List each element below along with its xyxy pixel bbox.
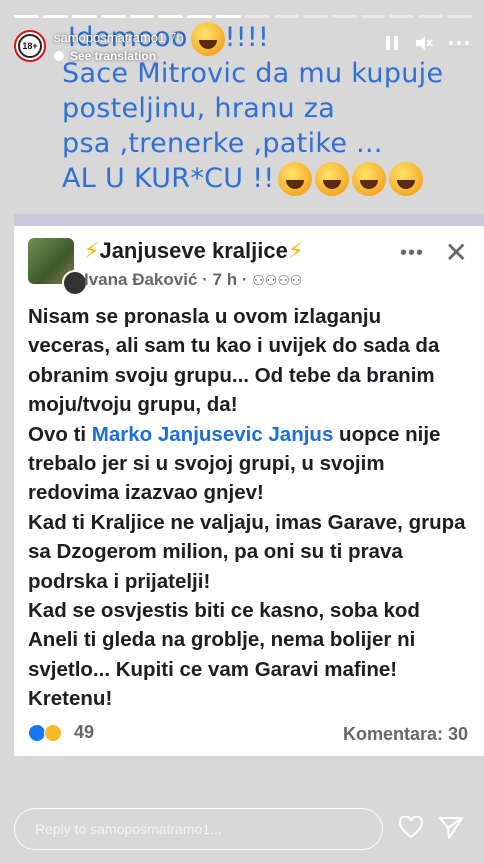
progress-segment [418,15,444,18]
post-close-icon: ✕ [444,237,468,268]
laughing-emoji-icon [277,162,312,196]
progress-segment [100,15,126,18]
see-translation-link[interactable]: See translation [54,49,156,63]
post-body: Nisam se pronasla u ovom izlaganju vecer… [28,302,468,714]
avatar-label: 18+ [18,34,42,58]
progress-segment [71,15,97,18]
progress-segment [216,15,241,18]
post-paragraph-3: Kad ti Kraljice ne valjaju, imas Garave,… [28,510,466,593]
reply-input[interactable]: Reply to samoposmatramo1... [14,808,383,850]
progress-segment [273,15,299,18]
overlay-line-3: posteljinu, hranu za [62,92,336,124]
progress-segment [447,15,472,18]
story-user-line: samoposmatramo1 7h [54,30,184,45]
send-icon[interactable] [438,816,464,840]
progress-segment [360,15,386,18]
post-paragraph-2: Ovo ti Marko Janjusevic Janjus uopce nij… [28,422,441,505]
progress-segment [331,15,357,18]
group-avatar [28,238,88,296]
globe-icon [54,51,64,61]
mute-icon[interactable] [414,34,434,52]
overlay-line-5: AL U KUR*CU !! [62,161,472,196]
story-header: 18+ samoposmatramo1 7h See translation [14,30,470,66]
progress-segment [158,15,184,18]
laughing-emoji-icon [388,162,423,196]
post-author: Ivana Đaković [84,270,198,289]
progress-segment [245,15,270,18]
heart-icon[interactable] [398,816,424,840]
post-more-icon: ••• [399,242,424,264]
progress-segment [129,15,155,18]
progress-segment [14,15,39,18]
lightning-icon: ⚡ [287,238,304,263]
laughing-emoji-icon [314,162,349,196]
post-paragraph-1: Nisam se pronasla u ovom izlaganju vecer… [28,305,440,417]
reactions-count: 49 [74,722,95,742]
progress-segment [187,15,213,18]
card-top-edge [14,214,484,226]
people-icon: ⚇⚇⚇⚇ [252,272,303,288]
lightning-icon: ⚡ [84,238,100,263]
story-time: 7h [169,30,184,45]
story-username[interactable]: samoposmatramo1 [54,30,165,45]
more-options-icon[interactable] [448,34,470,52]
laughing-emoji-icon [351,162,386,196]
story-avatar[interactable]: 18+ [14,30,46,62]
overlay-line-4: psa ,trenerke ,patike ... [62,127,383,159]
group-name: ⚡Janjuseve kraljice⚡ [84,238,304,263]
progress-segment [389,15,415,18]
progress-segment [302,15,328,18]
care-reaction-icon [44,723,62,742]
pause-icon[interactable] [384,34,400,52]
post-reactions: 49 [28,722,94,743]
story-progress [14,15,472,18]
post-time: · 7 h · [202,270,248,289]
post-mention: Marko Janjusevic Janjus [91,422,334,446]
comments-count: Komentara: 30 [342,724,468,744]
see-translation-label: See translation [70,49,157,63]
post-paragraph-4: Kad se osvjestis biti ce kasno, soba kod… [28,599,420,711]
facebook-post-card: ⚡Janjuseve kraljice⚡ Ivana Đaković · 7 h… [14,226,484,756]
progress-segment [42,15,68,18]
story-header-actions [384,34,470,52]
post-author-line: Ivana Đaković · 7 h · ⚇⚇⚇⚇ [84,270,302,290]
